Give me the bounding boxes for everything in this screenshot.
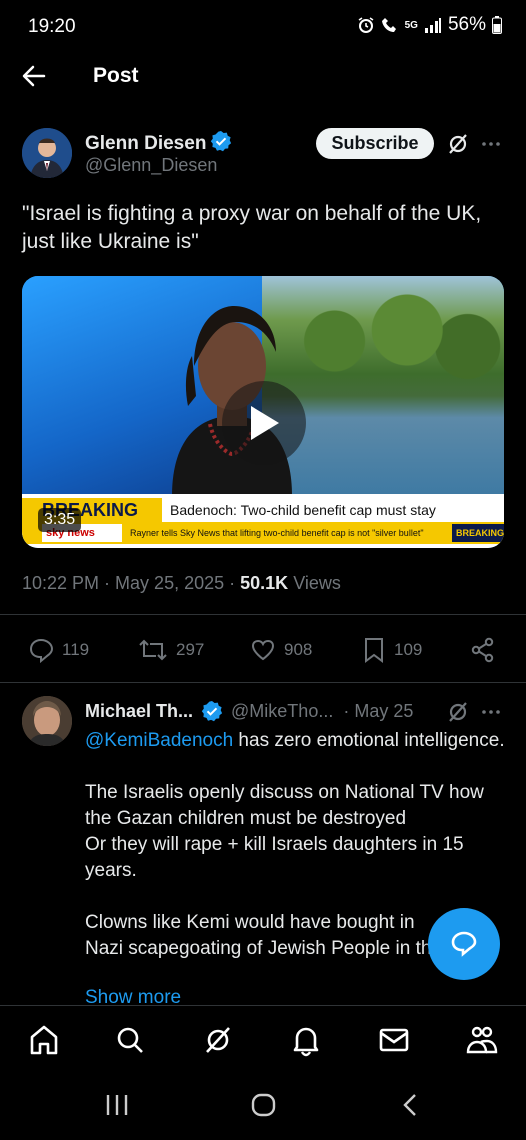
arrow-left-icon bbox=[20, 62, 52, 90]
bookmark-count: 109 bbox=[394, 640, 423, 659]
bottom-nav bbox=[0, 1022, 526, 1062]
grok-icon[interactable] bbox=[446, 132, 470, 156]
reply-icon bbox=[28, 637, 54, 663]
signal-icon bbox=[424, 17, 442, 33]
communities-icon[interactable] bbox=[464, 1022, 500, 1058]
author-name[interactable]: Glenn Diesen bbox=[85, 133, 206, 154]
alarm-icon bbox=[357, 16, 375, 34]
status-bar: 19:20 5G 56% bbox=[0, 0, 526, 52]
reply-date-value: May 25 bbox=[354, 700, 414, 721]
video-player[interactable]: BREAKING NEWS Badenoch: Two-child benefi… bbox=[22, 276, 504, 548]
author-avatar[interactable] bbox=[22, 128, 72, 178]
home-button-icon[interactable] bbox=[250, 1093, 278, 1117]
battery-icon bbox=[492, 16, 502, 34]
like-action[interactable]: 908 bbox=[250, 630, 312, 670]
share-action[interactable] bbox=[470, 630, 496, 670]
battery-percent: 56% bbox=[447, 14, 486, 35]
views-label: Views bbox=[293, 573, 341, 593]
video-duration: 3:35 bbox=[38, 508, 82, 532]
system-nav-bar bbox=[0, 1085, 526, 1125]
news-subline: Rayner tells Sky News that lifting two-c… bbox=[130, 528, 424, 538]
recent-apps-icon[interactable] bbox=[104, 1093, 130, 1117]
mention-link[interactable]: @KemiBadenoch bbox=[85, 730, 233, 751]
news-headline: Badenoch: Two-child benefit cap must sta… bbox=[164, 498, 504, 522]
repost-count: 297 bbox=[176, 640, 205, 659]
status-time: 19:20 bbox=[28, 16, 76, 37]
reply-para3: Or they will rape + kill Israels daughte… bbox=[85, 834, 464, 881]
reply-avatar[interactable] bbox=[22, 696, 72, 746]
subscribe-button[interactable]: Subscribe bbox=[316, 128, 434, 159]
repost-action[interactable]: 297 bbox=[138, 630, 204, 670]
reply-header: Michael Th... @MikeTho... · May 25 bbox=[85, 700, 413, 722]
reply-author-handle[interactable]: @MikeTho... bbox=[231, 701, 333, 722]
post-time: 10:22 PM bbox=[22, 573, 100, 593]
page-title: Post bbox=[93, 64, 139, 87]
bookmark-icon bbox=[362, 637, 386, 663]
author-handle[interactable]: @Glenn_Diesen bbox=[85, 155, 217, 176]
reply-line1: has zero emotional intelligence. bbox=[233, 730, 505, 751]
messages-icon[interactable] bbox=[376, 1022, 412, 1058]
status-icons: 5G 56% bbox=[357, 14, 502, 36]
verified-badge-icon bbox=[210, 130, 232, 152]
reply-action[interactable]: 119 bbox=[28, 630, 89, 670]
call-icon bbox=[381, 16, 399, 34]
share-icon bbox=[470, 637, 496, 663]
reply-author-name[interactable]: Michael Th... bbox=[85, 701, 193, 722]
breaking-small-label: BREAKING bbox=[452, 524, 504, 542]
like-count: 908 bbox=[284, 640, 313, 659]
verified-badge-icon bbox=[201, 700, 223, 722]
reply-plus-icon bbox=[449, 929, 479, 959]
divider bbox=[0, 1005, 526, 1006]
play-icon bbox=[247, 404, 281, 442]
grok-icon[interactable] bbox=[200, 1022, 236, 1058]
back-nav-icon[interactable] bbox=[400, 1093, 420, 1117]
divider bbox=[0, 682, 526, 683]
divider bbox=[0, 614, 526, 615]
reply-count: 119 bbox=[62, 640, 90, 659]
network-icon: 5G bbox=[404, 19, 418, 31]
notifications-icon[interactable] bbox=[288, 1022, 324, 1058]
reply-date: · May 25 bbox=[343, 700, 414, 721]
grok-icon[interactable] bbox=[446, 700, 470, 724]
search-icon[interactable] bbox=[112, 1022, 148, 1058]
views-count: 50.1K bbox=[240, 573, 289, 593]
more-options-icon[interactable] bbox=[480, 702, 502, 722]
post-actions: 119 297 908 109 bbox=[0, 630, 526, 670]
repost-icon bbox=[138, 637, 168, 663]
author-name-row[interactable]: Glenn Diesen bbox=[85, 130, 232, 155]
play-button[interactable] bbox=[222, 381, 306, 465]
post-meta: 10:22 PM · May 25, 2025 · 50.1K Views bbox=[22, 573, 341, 593]
more-options-icon[interactable] bbox=[480, 134, 502, 154]
compose-reply-button[interactable] bbox=[428, 908, 500, 980]
home-icon[interactable] bbox=[26, 1022, 62, 1058]
post-text: "Israel is fighting a proxy war on behal… bbox=[22, 202, 482, 253]
reply-para2: The Israelis openly discuss on National … bbox=[85, 782, 484, 829]
post-date: May 25, 2025 bbox=[115, 573, 225, 593]
heart-icon bbox=[250, 637, 276, 663]
back-button[interactable] bbox=[20, 62, 52, 94]
bookmark-action[interactable]: 109 bbox=[362, 630, 422, 670]
